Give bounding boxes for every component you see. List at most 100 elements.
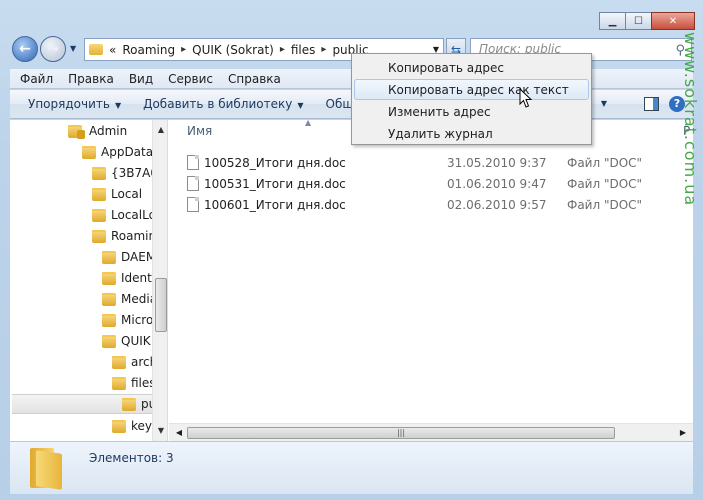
folder-icon [102,334,116,348]
scrollbar-thumb[interactable] [155,278,167,332]
organize-button[interactable]: Упорядочить ▼ [28,97,121,111]
file-row[interactable]: 100601_Итоги дня.doc 02.06.2010 9:57 Фай… [187,195,687,214]
breadcrumb-separator[interactable]: ▸ [280,44,285,55]
tree-item-local[interactable]: Local [92,184,142,204]
folder-icon [30,448,64,490]
menu-view[interactable]: Вид [129,72,153,86]
add-to-library-label: Добавить в библиотеку [143,97,293,111]
details-pane: Элементов: 3 [10,441,693,494]
file-name: 100528_Итоги дня.doc [204,155,346,170]
file-type: Файл "DOC" [567,155,643,170]
menu-tools[interactable]: Сервис [168,72,213,86]
maximize-button[interactable]: ☐ [625,12,652,30]
folder-icon [92,208,106,222]
tree-item-microsoft[interactable]: Micro [102,310,153,330]
tree-item-locallow[interactable]: LocalLo [92,205,156,225]
tree-item-label: key [131,419,153,433]
copy-address-item[interactable]: Копировать адрес [354,57,589,78]
folder-icon [112,419,126,433]
folder-icon [102,313,116,327]
watermark-text: www.sokrat.com.ua [681,32,700,207]
scroll-left-icon[interactable]: ◀ [171,424,187,442]
tree-item-archive[interactable]: arch [112,352,157,372]
folder-icon [92,229,106,243]
breadcrumb-files[interactable]: files [291,43,316,57]
tree-item-admin[interactable]: Admin [68,121,127,141]
tree-item-media[interactable]: Media [102,289,157,309]
menu-help[interactable]: Справка [228,72,281,86]
navigation-pane: Admin AppData {3B7A0( Local LocalLo Roam… [10,120,168,441]
tree-item-identities[interactable]: Identi [102,268,155,288]
document-icon [187,155,199,170]
folder-icon [102,250,116,264]
back-arrow-icon: ← [19,41,31,57]
tree-item-label: Roamin [111,229,157,243]
view-options-dropdown[interactable]: ▼ [601,99,607,108]
document-icon [187,176,199,191]
breadcrumb-overflow[interactable]: « [109,43,116,57]
file-date: 02.06.2010 9:57 [447,197,547,212]
tree-item-label: LocalLo [111,208,156,222]
tree-item-roaming[interactable]: Roamin [92,226,156,246]
column-header-name[interactable]: Имя [187,124,212,138]
recent-pages-dropdown[interactable]: ▼ [70,44,76,53]
tree-item-label: Micro [121,313,154,327]
file-type: Файл "DOC" [567,197,643,212]
back-button[interactable]: ← [12,36,38,62]
horizontal-scrollbar[interactable]: ◀ ||| ▶ [169,423,693,441]
document-icon [187,197,199,212]
tree-item-keys[interactable]: key [112,416,152,436]
folder-icon [82,145,96,159]
tree-item-quik[interactable]: QUIK [102,331,151,351]
tree-item-appdata[interactable]: AppData [82,142,153,162]
breadcrumb-separator[interactable]: ▸ [321,44,326,55]
tree-item-label: QUIK [121,334,151,348]
tree-item-label: Admin [89,124,128,138]
scrollbar-thumb[interactable]: ||| [187,427,615,439]
tree-item-files[interactable]: files [112,373,156,393]
mouse-cursor-icon [519,88,533,108]
folder-icon [102,292,116,306]
add-to-library-button[interactable]: Добавить в библиотеку ▼ [143,97,303,111]
menu-file[interactable]: Файл [20,72,53,86]
file-row[interactable]: 100531_Итоги дня.doc 01.06.2010 9:47 Фай… [187,174,687,193]
edit-address-item[interactable]: Изменить адрес [354,101,589,122]
tree-item-daem[interactable]: DAEM [102,247,156,267]
breadcrumb-roaming[interactable]: Roaming [122,43,175,57]
scroll-down-icon[interactable]: ▼ [153,423,167,439]
file-list-pane: Имя ▲ Р 100528_Итоги дня.doc 31.05.2010 … [169,118,693,441]
tree-item-label: DAEM [121,250,157,264]
breadcrumb-quik[interactable]: QUIK (Sokrat) [192,43,274,57]
file-type: Файл "DOC" [567,176,643,191]
chevron-down-icon: ▼ [114,101,122,110]
minimize-button[interactable]: ▁ [599,12,626,30]
breadcrumb-separator[interactable]: ▸ [181,44,186,55]
window-controls: ▁ ☐ ✕ [599,12,695,30]
tree-item-label: AppData [101,145,154,159]
sort-ascending-icon: ▲ [305,118,312,127]
chevron-down-icon: ▼ [297,101,304,110]
forward-button[interactable]: → [40,36,66,62]
preview-pane-icon[interactable] [644,97,659,111]
folder-icon [102,271,116,285]
delete-history-item[interactable]: Удалить журнал [354,123,589,144]
tree-item-label: Local [111,187,143,201]
items-count: Элементов: 3 [89,451,174,465]
scroll-up-icon[interactable]: ▲ [153,122,167,138]
menu-edit[interactable]: Правка [68,72,114,86]
close-button[interactable]: ✕ [651,12,695,30]
folder-icon [92,166,106,180]
folder-icon [112,376,126,390]
copy-address-as-text-item[interactable]: Копировать адрес как текст [354,79,589,100]
organize-label: Упорядочить [28,97,110,111]
forward-arrow-icon: → [47,41,59,57]
tree-scrollbar[interactable]: ▲ ▼ [152,120,167,441]
lock-icon [77,129,85,139]
file-date: 01.06.2010 9:47 [447,176,547,191]
file-name: 100531_Итоги дня.doc [204,176,346,191]
tree-item-public[interactable]: pu [12,394,156,414]
folder-icon [89,44,103,55]
scroll-right-icon[interactable]: ▶ [675,424,691,442]
file-row[interactable]: 100528_Итоги дня.doc 31.05.2010 9:37 Фай… [187,153,687,172]
file-name: 100601_Итоги дня.doc [204,197,346,212]
